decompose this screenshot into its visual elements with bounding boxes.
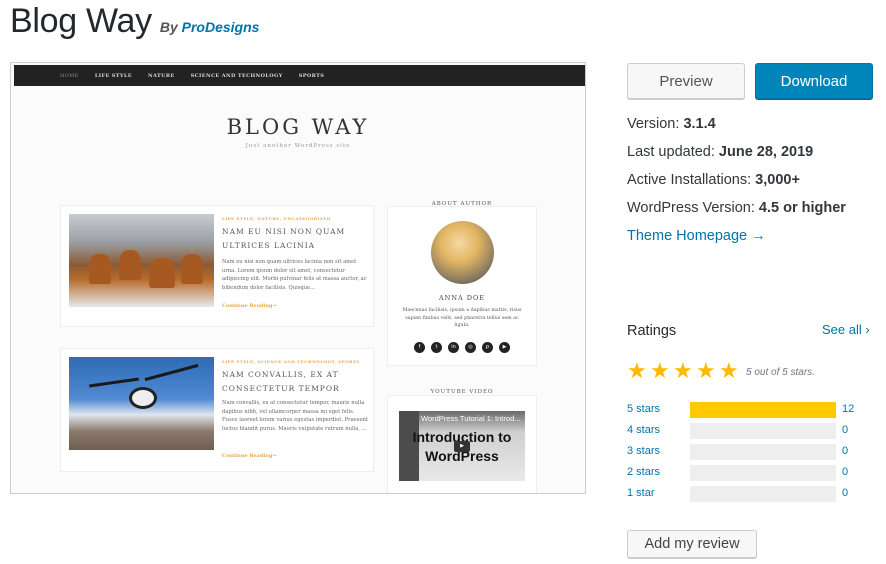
post-excerpt: Nam convallis, ex at consectetur tempor,… bbox=[222, 400, 368, 432]
rating-count: 12 bbox=[842, 403, 855, 415]
star-rating-text: 5 out of 5 stars. bbox=[746, 367, 815, 378]
download-button[interactable]: Download bbox=[755, 63, 873, 99]
post-image-drone bbox=[69, 357, 214, 450]
author-name: ANNA DOE bbox=[438, 294, 486, 302]
meta-label: Version: bbox=[627, 116, 680, 132]
nav-item-life-style: LIFE STYLE bbox=[94, 72, 133, 79]
meta-value: 3.1.4 bbox=[683, 116, 716, 132]
meta-value: June 28, 2019 bbox=[718, 144, 814, 160]
star-icon: ★ bbox=[719, 359, 739, 384]
byline: By ProDesigns bbox=[160, 19, 260, 35]
blog-tagline: Just another WordPress site bbox=[245, 143, 351, 149]
rating-bar-track bbox=[690, 402, 836, 418]
about-author-widget: ANNA DOE Maecenas facilisis, ipsum a dap… bbox=[387, 206, 537, 366]
post-title: NAM CONVALLIS, EX AT CONSECTETUR TEMPOR bbox=[222, 370, 340, 393]
video-caption: WordPress Tutorial 1: Introd... bbox=[421, 414, 521, 423]
meta-label: WordPress Version: bbox=[627, 200, 755, 216]
pinterest-icon: p bbox=[482, 342, 493, 353]
author-link[interactable]: ProDesigns bbox=[182, 19, 260, 35]
rating-bar-track bbox=[690, 444, 836, 460]
post-title: NAM EU NISI NON QUAM ULTRICES LACINIA bbox=[222, 227, 346, 250]
continue-reading-link: Continue Reading→ bbox=[222, 303, 277, 309]
nav-item-nature: NATURE bbox=[148, 72, 175, 79]
meta-label: Last updated: bbox=[627, 144, 715, 160]
nav-item-sports: SPORTS bbox=[298, 72, 325, 79]
preview-button[interactable]: Preview bbox=[627, 63, 745, 99]
theme-screenshot: HOME LIFE STYLE NATURE SCIENCE AND TECHN… bbox=[10, 62, 586, 494]
rating-bar-track bbox=[690, 465, 836, 481]
rating-row: 5 stars 12 bbox=[627, 402, 877, 418]
author-avatar bbox=[431, 221, 494, 284]
linkedin-icon: in bbox=[448, 342, 459, 353]
rating-bar-track bbox=[690, 486, 836, 502]
post-categories: LIFE STYLE, SCIENCE AND TECHNOLOGY, SPOR… bbox=[222, 359, 360, 364]
ratings-heading: Ratings bbox=[627, 323, 677, 339]
meta-value: 3,000+ bbox=[755, 172, 800, 188]
social-icons: f t in ◎ p ▶ bbox=[388, 342, 536, 353]
star-icon: ★ bbox=[627, 359, 647, 384]
youtube-icon: ▶ bbox=[499, 342, 510, 353]
by-label: By bbox=[159, 19, 178, 35]
screenshot-nav: HOME LIFE STYLE NATURE SCIENCE AND TECHN… bbox=[14, 65, 585, 86]
rating-row: 1 star 0 bbox=[627, 486, 877, 502]
nav-item-home: HOME bbox=[60, 72, 79, 79]
see-all-ratings-link[interactable]: See all › bbox=[822, 322, 870, 337]
star-icon: ★ bbox=[650, 359, 670, 384]
meta-label: Active Installations: bbox=[627, 172, 752, 188]
meta-wp-version: WordPress Version: 4.5 or higher bbox=[627, 200, 846, 216]
rating-count: 0 bbox=[842, 466, 849, 478]
youtube-video-widget: WordPress Tutorial 1: Introd... Introduc… bbox=[387, 395, 537, 493]
rating-bar-fill bbox=[690, 402, 836, 418]
rating-label-link[interactable]: 3 stars bbox=[627, 445, 660, 457]
star-rating: ★ ★ ★ ★ ★ bbox=[627, 361, 740, 383]
rating-bar-track bbox=[690, 423, 836, 439]
facebook-icon: f bbox=[414, 342, 425, 353]
play-icon: ▶ bbox=[454, 441, 470, 452]
instagram-icon: ◎ bbox=[465, 342, 476, 353]
rating-label-link[interactable]: 1 star bbox=[627, 487, 655, 499]
post-categories: LIFE STYLE, NATURE, UNCATEGORIZED bbox=[222, 216, 331, 221]
rating-row: 3 stars 0 bbox=[627, 444, 877, 460]
meta-version: Version: 3.1.4 bbox=[627, 116, 716, 132]
add-review-button[interactable]: Add my review bbox=[627, 530, 757, 558]
rating-label-link[interactable]: 5 stars bbox=[627, 403, 660, 415]
theme-header: Blog Way By ProDesigns bbox=[10, 2, 259, 41]
meta-last-updated: Last updated: June 28, 2019 bbox=[627, 144, 813, 160]
post-card: LIFE STYLE, NATURE, UNCATEGORIZED NAM EU… bbox=[60, 205, 374, 327]
meta-active-installs: Active Installations: 3,000+ bbox=[627, 172, 800, 188]
theme-homepage-link[interactable]: Theme Homepage → bbox=[627, 228, 766, 244]
rating-label-link[interactable]: 4 stars bbox=[627, 424, 660, 436]
nav-item-science: SCIENCE AND TECHNOLOGY bbox=[190, 72, 283, 79]
rating-count: 0 bbox=[842, 487, 849, 499]
star-icon: ★ bbox=[696, 359, 716, 384]
post-excerpt: Nam eu nisi non quam ultrices lacinia no… bbox=[222, 259, 367, 291]
blog-title: BLOG WAY bbox=[226, 115, 370, 139]
star-icon: ★ bbox=[673, 359, 693, 384]
rating-count: 0 bbox=[842, 445, 849, 457]
meta-value: 4.5 or higher bbox=[758, 200, 846, 216]
rating-label-link[interactable]: 2 stars bbox=[627, 466, 660, 478]
continue-reading-link: Continue Reading→ bbox=[222, 453, 277, 459]
rating-count: 0 bbox=[842, 424, 849, 436]
post-card: LIFE STYLE, SCIENCE AND TECHNOLOGY, SPOR… bbox=[60, 348, 374, 472]
author-bio: Maecenas facilisis, ipsum a dapibus matt… bbox=[402, 308, 522, 328]
video-thumbnail: WordPress Tutorial 1: Introd... Introduc… bbox=[399, 411, 525, 481]
rating-row: 4 stars 0 bbox=[627, 423, 877, 439]
twitter-icon: t bbox=[431, 342, 442, 353]
theme-title: Blog Way bbox=[10, 2, 152, 40]
rating-row: 2 stars 0 bbox=[627, 465, 877, 481]
post-image-deer bbox=[69, 214, 214, 307]
